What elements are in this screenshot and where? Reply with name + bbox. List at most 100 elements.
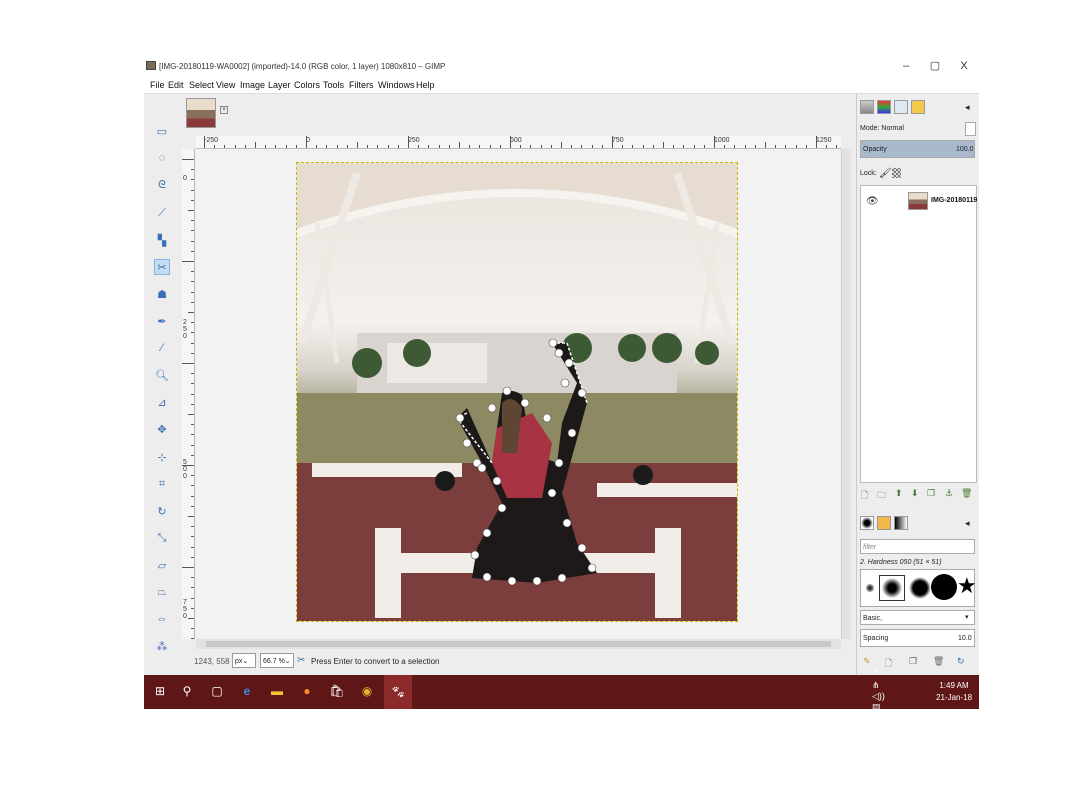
new-layer-icon[interactable]: 🗀 xyxy=(877,488,886,504)
brushes-menu-icon[interactable]: ◂ xyxy=(965,518,970,529)
clock-date: 21-Jan-18 xyxy=(936,693,973,702)
zoom-select[interactable]: 66.7 %⌄ xyxy=(260,653,294,668)
refresh-brushes-icon[interactable]: ↻ xyxy=(957,656,965,667)
brush-preset-select[interactable]: Basic, ▾ xyxy=(860,610,975,625)
duplicate-brush-icon[interactable]: ❐ xyxy=(909,656,917,667)
lock-pixels-icon[interactable]: 🖌︎ xyxy=(879,168,892,179)
spacing-slider[interactable]: Spacing 10.0 xyxy=(860,629,975,647)
layers-tab-icon[interactable] xyxy=(860,100,874,114)
menu-edit[interactable]: Edit xyxy=(168,80,184,90)
flip-icon[interactable]: ⇔ xyxy=(154,611,170,627)
taskbar-clock[interactable]: 1:49 AM 21-Jan-18 xyxy=(936,680,972,704)
layers-list[interactable]: 👁︎ IMG-20180119 xyxy=(860,185,977,483)
vertical-ruler[interactable]: 0 250 500 750 xyxy=(182,149,195,639)
foreground-select-icon[interactable]: ☗ xyxy=(154,286,170,302)
chrome-icon[interactable]: ◉ xyxy=(359,683,375,699)
paths-tab-icon[interactable] xyxy=(894,100,908,114)
anchor-layer-icon[interactable]: ⚓︎ xyxy=(945,488,953,499)
rect-select-icon[interactable]: ▭ xyxy=(154,123,170,139)
brush-preview[interactable] xyxy=(931,574,957,600)
brush-filter-input[interactable]: filter xyxy=(860,539,975,554)
edit-brush-icon[interactable]: ✎ xyxy=(863,656,871,667)
mode-label[interactable]: Mode: Normal xyxy=(860,125,904,132)
menu-file[interactable]: File xyxy=(150,80,165,90)
raise-layer-icon[interactable]: ⬆ xyxy=(895,488,903,499)
align-icon[interactable]: ⊹ xyxy=(154,449,170,465)
shear-icon[interactable]: ▱ xyxy=(154,557,170,573)
delete-brush-icon[interactable]: 🗑︎ xyxy=(933,656,944,667)
measure-icon[interactable]: ⊿ xyxy=(154,394,170,410)
select-by-color-icon[interactable]: ▚ xyxy=(154,232,170,248)
patterns-tab-icon[interactable] xyxy=(877,516,891,530)
ruler-tick xyxy=(191,587,194,589)
image-canvas[interactable] xyxy=(196,149,841,639)
image-tab-thumbnail[interactable] xyxy=(186,98,216,128)
opacity-slider[interactable]: Opacity 100.0 xyxy=(860,140,975,158)
zoom-icon[interactable]: 🔍︎ xyxy=(154,367,170,383)
windows-start-icon[interactable]: ⊞ xyxy=(152,683,168,699)
new-layer-group-icon[interactable]: 🗋 xyxy=(861,488,868,504)
menu-colors[interactable]: Colors xyxy=(294,80,320,90)
cage-icon[interactable]: ⁂ xyxy=(154,638,170,654)
ruler-tick xyxy=(204,136,205,148)
rotate-icon[interactable]: ↻ xyxy=(154,503,170,519)
firefox-icon[interactable]: ● xyxy=(299,683,315,699)
scale-icon[interactable]: ⤡ xyxy=(154,530,170,546)
search-icon[interactable]: ⚲ xyxy=(179,683,195,699)
horizontal-scrollbar[interactable] xyxy=(196,639,841,649)
menu-windows[interactable]: Windows xyxy=(378,80,415,90)
ellipse-select-icon[interactable]: ◌ xyxy=(154,150,170,166)
menu-select[interactable]: Select xyxy=(189,80,214,90)
vertical-scrollbar[interactable] xyxy=(841,149,851,639)
free-select-icon[interactable]: ᘓ xyxy=(154,177,170,193)
store-icon[interactable]: 🛍︎ xyxy=(329,683,345,699)
crop-icon[interactable]: ⌗ xyxy=(154,476,170,492)
visibility-eye-icon[interactable]: 👁︎ xyxy=(866,196,879,207)
file-explorer-icon[interactable]: ▬ xyxy=(269,683,285,699)
edge-icon[interactable]: e xyxy=(239,683,255,699)
layer-row[interactable]: 👁︎ IMG-20180119 xyxy=(861,188,978,214)
ruler-tick xyxy=(191,189,194,191)
gimp-taskbar-icon[interactable]: 🐾︎ xyxy=(384,675,412,709)
brush-preview-selected[interactable] xyxy=(879,575,905,601)
menu-layer[interactable]: Layer xyxy=(268,80,291,90)
brush-preview[interactable] xyxy=(866,584,874,592)
task-view-icon[interactable]: ▢ xyxy=(209,683,225,699)
star-brush-icon[interactable]: ★ xyxy=(957,573,977,599)
menu-image[interactable]: Image xyxy=(240,80,265,90)
menu-help[interactable]: Help xyxy=(416,80,435,90)
delete-layer-icon[interactable]: 🗑︎ xyxy=(961,488,972,499)
horizontal-scroll-thumb[interactable] xyxy=(206,641,831,647)
maximize-button[interactable]: ▢ xyxy=(921,58,949,74)
lower-layer-icon[interactable]: ⬇ xyxy=(911,488,919,499)
system-tray-icons[interactable]: ⌃ ⋔ ◁)) ▤ xyxy=(872,669,888,709)
spacing-label: Spacing xyxy=(863,635,889,642)
gradients-tab-icon[interactable] xyxy=(894,516,908,530)
unit-select[interactable]: px⌄ xyxy=(232,653,256,668)
menu-filters[interactable]: Filters xyxy=(349,80,374,90)
minimize-button[interactable]: – xyxy=(892,58,920,74)
undo-history-tab-icon[interactable] xyxy=(911,100,925,114)
mode-dropdown-icon[interactable] xyxy=(965,122,976,136)
brushes-tab-icon[interactable] xyxy=(860,516,874,530)
menu-tools[interactable]: Tools xyxy=(323,80,344,90)
move-icon[interactable]: ✥ xyxy=(154,421,170,437)
dock-menu-icon[interactable]: ◂ xyxy=(965,102,970,113)
paths-icon[interactable]: ✒ xyxy=(154,313,170,329)
ruler-tick xyxy=(188,210,194,211)
photo-image[interactable] xyxy=(296,162,738,622)
horizontal-ruler[interactable]: -250 0 250 500 750 1000 1250 xyxy=(196,136,841,149)
menu-view[interactable]: View xyxy=(216,80,235,90)
ruler-tick xyxy=(642,145,644,148)
scissors-select-icon[interactable]: ✂ xyxy=(154,259,170,275)
brush-grid[interactable]: ★ xyxy=(860,569,977,607)
brush-preview[interactable] xyxy=(909,577,931,599)
perspective-icon[interactable]: ⏢ xyxy=(154,584,170,600)
duplicate-layer-icon[interactable]: ❐ xyxy=(927,488,935,499)
color-picker-icon[interactable]: ⁄ xyxy=(154,340,170,356)
fuzzy-select-icon[interactable]: ⟋ xyxy=(154,205,170,221)
channels-tab-icon[interactable] xyxy=(877,100,891,114)
lock-alpha-icon[interactable] xyxy=(892,168,901,178)
image-tab-close-icon[interactable]: × xyxy=(220,106,228,114)
close-button[interactable]: X xyxy=(950,58,978,74)
